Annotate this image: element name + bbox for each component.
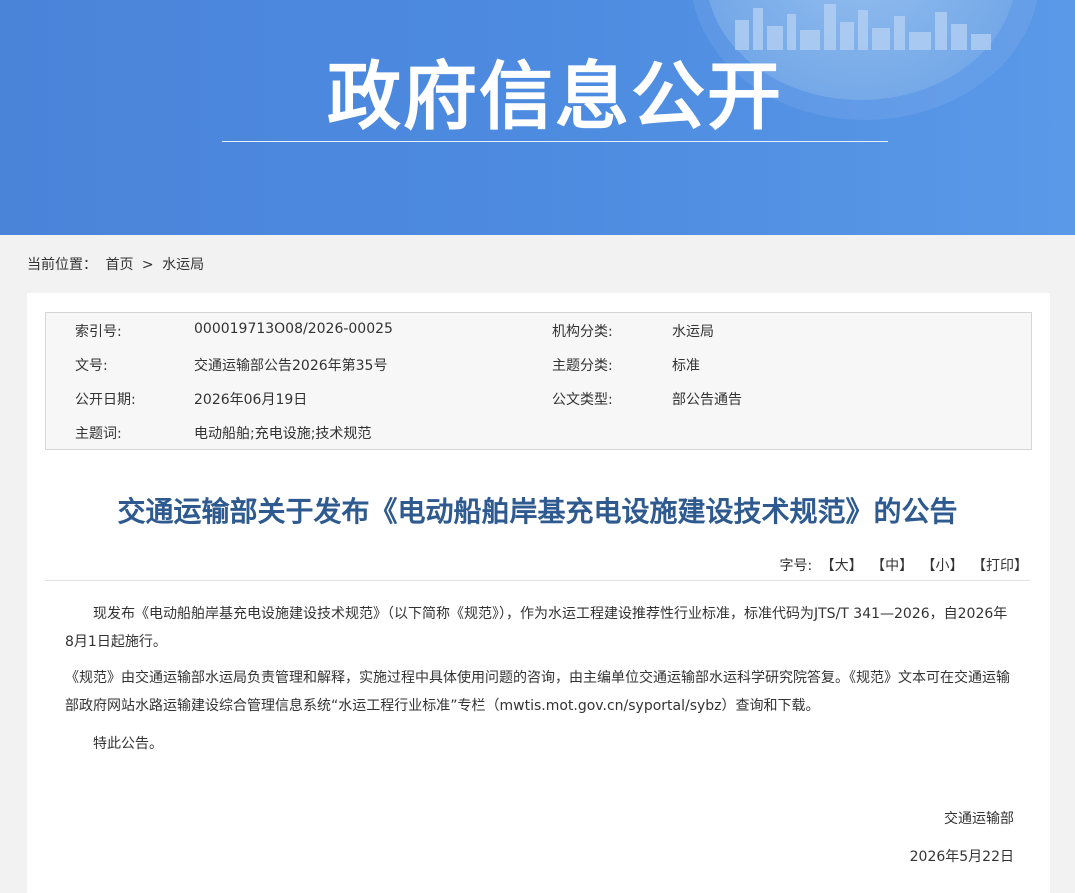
metadata-row: 公开日期: 2026年06月19日 公文类型: 部公告通告 [46, 381, 1031, 415]
signature: 交通运输部 [944, 811, 1014, 827]
meta-key: 索引号: [75, 324, 122, 340]
signature-date: 2026年5月22日 [909, 849, 1014, 865]
meta-value: 标准 [672, 358, 700, 374]
font-size-toolbar: 字号: 【大】 【中】 【小】 【打印】 [775, 555, 1028, 575]
meta-key: 主题分类: [552, 358, 613, 374]
meta-key: 公开日期: [75, 392, 136, 408]
body-paragraph: 《规范》由交通运输部水运局负责管理和解释，实施过程中具体使用问题的咨询，由主编单… [65, 670, 1010, 714]
meta-key: 主题词: [75, 426, 122, 442]
breadcrumb-separator: > [141, 257, 154, 273]
breadcrumb-home-link[interactable]: 首页 [105, 257, 133, 273]
meta-value: 2026年06月19日 [194, 392, 308, 408]
body-paragraph: 现发布《电动船舶岸基充电设施建设技术规范》（以下简称《规范》），作为水运工程建设… [65, 606, 1008, 650]
font-medium-button[interactable]: 【中】 [871, 558, 913, 574]
banner-title: 政府信息公开 [327, 54, 783, 140]
content-divider [45, 580, 1030, 581]
metadata-row: 主题词: 电动船舶;充电设施;技术规范 [46, 415, 1031, 449]
meta-value: 部公告通告 [672, 392, 742, 408]
metadata-row: 文号: 交通运输部公告2026年第35号 主题分类: 标准 [46, 347, 1031, 381]
meta-key: 机构分类: [552, 324, 613, 340]
meta-value: 电动船舶;充电设施;技术规范 [194, 426, 372, 442]
meta-value: 交通运输部公告2026年第35号 [194, 358, 388, 374]
font-large-button[interactable]: 【大】 [821, 558, 863, 574]
meta-value: 水运局 [672, 324, 714, 340]
metadata-row: 索引号: 000019713O08/2026-00025 机构分类: 水运局 [46, 313, 1031, 347]
print-button[interactable]: 【打印】 [972, 558, 1028, 574]
font-small-button[interactable]: 【小】 [922, 558, 964, 574]
banner-divider [222, 141, 888, 142]
header-banner: 政府信息公开 [0, 0, 1075, 235]
meta-value: 000019713O08/2026-00025 [194, 321, 393, 337]
meta-key: 文号: [75, 358, 108, 374]
meta-key: 公文类型: [552, 392, 613, 408]
metadata-table: 索引号: 000019713O08/2026-00025 机构分类: 水运局 文… [45, 312, 1032, 450]
breadcrumb-current-link[interactable]: 水运局 [162, 257, 204, 273]
body-paragraph: 特此公告。 [93, 736, 163, 752]
document-title: 交通运输部关于发布《电动船舶岸基充电设施建设技术规范》的公告 [117, 495, 958, 528]
font-size-label: 字号: [779, 558, 813, 574]
breadcrumb: 当前位置： 首页 > 水运局 [27, 254, 208, 274]
breadcrumb-label: 当前位置： [27, 257, 97, 273]
city-skyline-image [735, 4, 991, 50]
